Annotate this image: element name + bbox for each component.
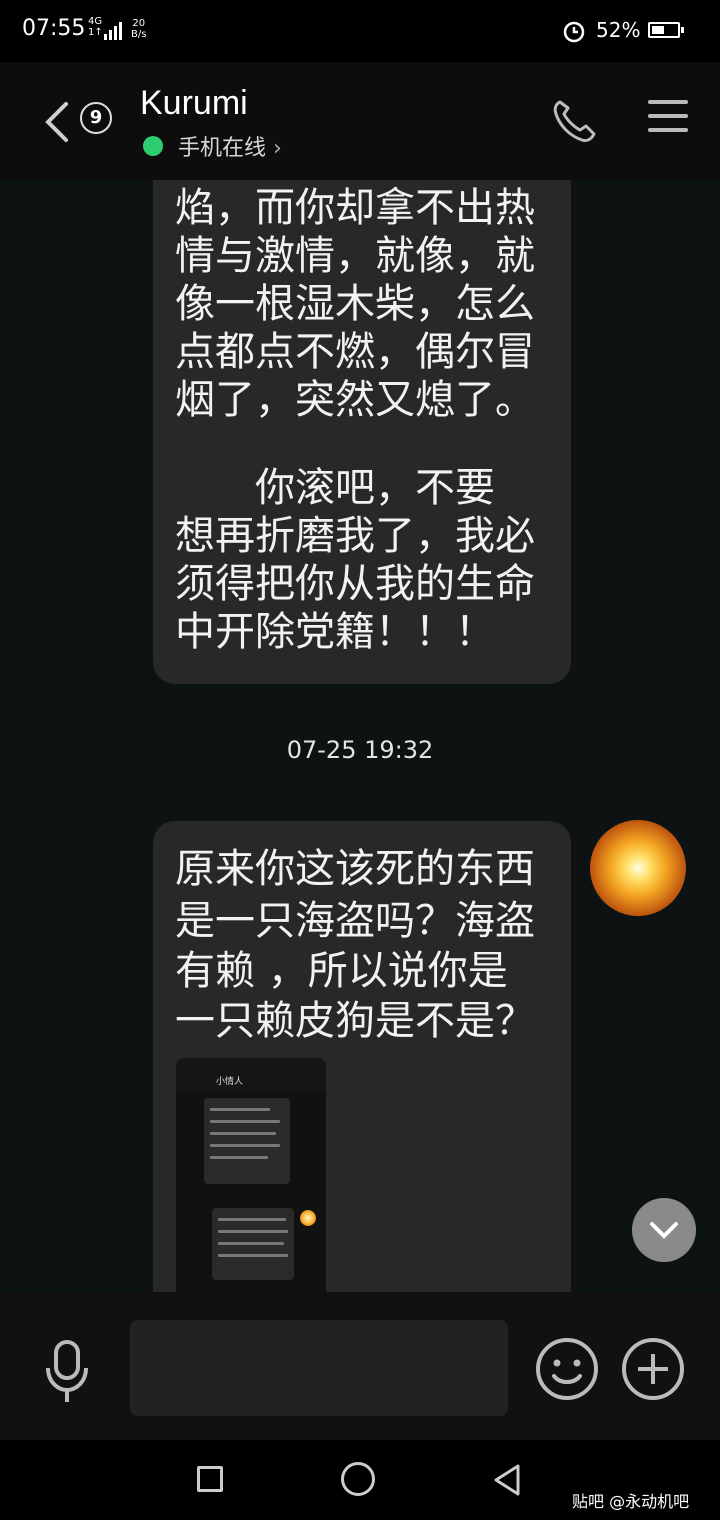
network-type: 4G bbox=[88, 16, 103, 27]
thumbnail-avatar bbox=[300, 1210, 316, 1226]
speed-unit: B/s bbox=[131, 29, 147, 40]
chevron-right-icon: › bbox=[273, 136, 282, 161]
network-activity: 1↑ bbox=[88, 27, 103, 38]
message-bubble[interactable]: 焰，而你却拿不出热 情与激情，就像，就 像一根湿木柴，怎么 点都点不燃，偶尔冒 … bbox=[153, 180, 571, 684]
thumbnail-text bbox=[210, 1132, 276, 1135]
input-bar bbox=[0, 1292, 720, 1440]
thumbnail-text bbox=[210, 1144, 280, 1147]
image-thumbnail[interactable]: 小情人 bbox=[176, 1058, 326, 1292]
contact-name[interactable]: Kurumi bbox=[140, 84, 248, 123]
thumbnail-text bbox=[218, 1218, 286, 1221]
signal-icon bbox=[104, 22, 122, 40]
thumbnail-text bbox=[218, 1230, 288, 1233]
online-status-dot bbox=[143, 136, 163, 156]
plus-icon[interactable] bbox=[620, 1336, 686, 1402]
recent-apps-button[interactable] bbox=[197, 1466, 223, 1492]
status-bar: 07:55 4G 1↑ 20 B/s 52% bbox=[0, 0, 720, 62]
unread-count-badge[interactable]: 9 bbox=[80, 102, 112, 134]
online-status-label: 手机在线 bbox=[178, 136, 267, 161]
battery-percent: 52% bbox=[596, 18, 641, 42]
message-line: 想再折磨我了，我必 bbox=[175, 513, 535, 559]
message-input[interactable] bbox=[130, 1320, 508, 1416]
battery-icon bbox=[648, 22, 684, 38]
menu-icon[interactable] bbox=[648, 100, 688, 142]
alarm-icon bbox=[563, 21, 585, 43]
microphone-icon[interactable] bbox=[40, 1338, 94, 1404]
chat-area[interactable]: 焰，而你却拿不出热 情与激情，就像，就 像一根湿木柴，怎么 点都点不燃，偶尔冒 … bbox=[0, 180, 720, 1292]
message-line: 像一根湿木柴，怎么 bbox=[175, 281, 535, 327]
thumbnail-text bbox=[218, 1254, 288, 1257]
message-line: 中开除党籍！！！ bbox=[175, 609, 495, 655]
message-timestamp: 07-25 19:32 bbox=[286, 736, 434, 764]
scroll-down-button[interactable] bbox=[632, 1198, 696, 1262]
message-line: 情与激情，就像，就 bbox=[175, 233, 535, 279]
message-line: 原来你这该死的东西 bbox=[175, 846, 535, 892]
thumbnail-contact-name: 小情人 bbox=[216, 1077, 244, 1087]
message-line: 一只赖皮狗是不是？ bbox=[175, 998, 535, 1044]
online-status[interactable]: 手机在线 › bbox=[178, 130, 282, 162]
thumbnail-text bbox=[210, 1156, 268, 1159]
message-line: 是一只海盗吗？海盗 bbox=[175, 898, 535, 944]
watermark: 贴吧 @永动机吧 bbox=[572, 1492, 690, 1511]
message-line: 有赖 ，所以说你是 bbox=[175, 948, 508, 994]
back-chevron-icon[interactable] bbox=[38, 98, 78, 146]
network-speed: 20 B/s bbox=[131, 18, 146, 40]
phone-call-icon[interactable] bbox=[548, 96, 598, 146]
message-line: 你滚吧，不要 bbox=[175, 465, 495, 511]
emoji-icon[interactable] bbox=[534, 1336, 600, 1402]
thumbnail-header bbox=[176, 1058, 326, 1092]
thumbnail-text bbox=[218, 1242, 284, 1245]
network-indicator: 4G 1↑ bbox=[88, 16, 103, 38]
back-triangle-icon[interactable] bbox=[490, 1462, 524, 1498]
clock: 07:55 bbox=[22, 16, 86, 41]
home-button[interactable] bbox=[341, 1462, 375, 1496]
speed-value: 20 bbox=[132, 18, 146, 29]
thumbnail-text bbox=[210, 1108, 270, 1111]
avatar[interactable] bbox=[590, 820, 686, 916]
message-line: 烟了，突然又熄了。 bbox=[175, 377, 535, 423]
chevron-down-icon bbox=[650, 1222, 678, 1239]
message-line: 须得把你从我的生命 bbox=[175, 561, 535, 607]
thumbnail-text bbox=[210, 1120, 280, 1123]
message-line: 焰，而你却拿不出热 bbox=[175, 185, 535, 231]
message-line: 点都点不燃，偶尔冒 bbox=[175, 329, 535, 375]
